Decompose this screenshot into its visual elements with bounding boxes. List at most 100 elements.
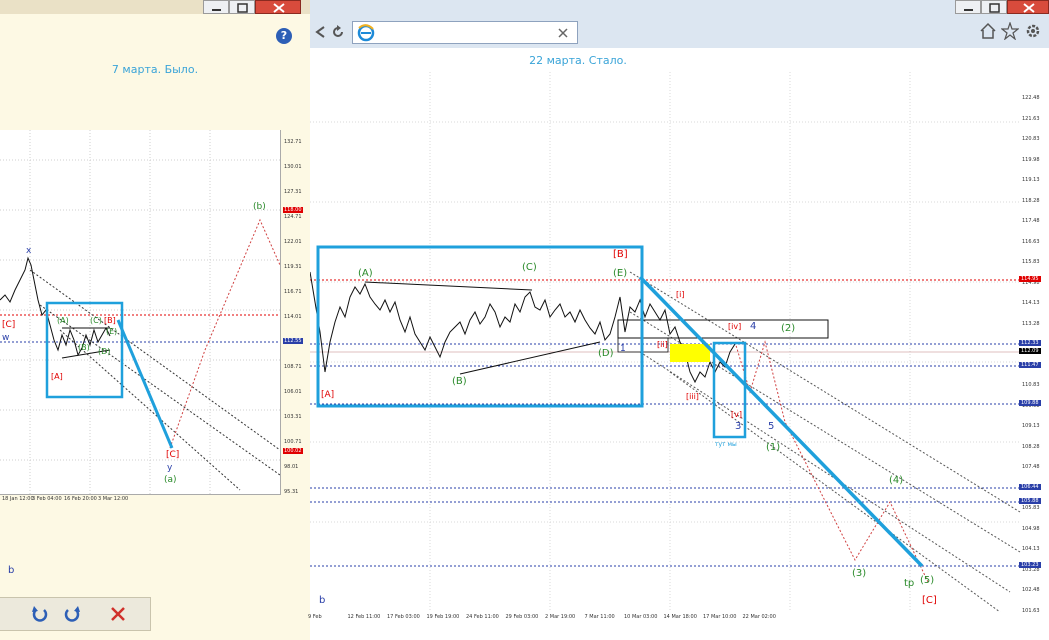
- date-tick: 12 Feb 11:00: [347, 614, 381, 620]
- right-chart-title: 22 марта. Стало.: [529, 54, 627, 67]
- close-icon[interactable]: [108, 604, 128, 624]
- price-tick: 122.48: [1022, 95, 1040, 101]
- date-tick: 24 Feb 11:00: [466, 614, 499, 620]
- right-chart-svg: [310, 72, 1021, 613]
- date-tick: 19 Feb 19:00: [426, 614, 460, 620]
- wave-label: (C): [90, 316, 102, 325]
- price-tick: 102.48: [1022, 587, 1040, 593]
- minimize-icon: [964, 9, 973, 11]
- price-tick: 110.83: [1022, 382, 1040, 388]
- wave-label: [C]: [2, 320, 16, 330]
- price-tick: 119.31: [284, 264, 302, 270]
- price-highlight: 112.33: [1019, 340, 1041, 346]
- price-highlight: 105.88: [1019, 498, 1041, 504]
- price-highlight: 111.47: [1019, 362, 1041, 368]
- wave-label: (1): [766, 442, 781, 453]
- wave-label: (E): [613, 268, 628, 279]
- close-tab-icon[interactable]: [556, 26, 570, 40]
- refresh-icon[interactable]: [330, 24, 346, 40]
- corner-label: b: [8, 565, 15, 576]
- wave-label: 1: [620, 344, 626, 354]
- left-close-button[interactable]: [255, 0, 301, 14]
- date-tick: 16 Feb 20:00: [64, 496, 97, 502]
- home-icon[interactable]: [979, 22, 997, 40]
- price-highlight: 114.95: [1019, 276, 1041, 282]
- price-tick: 119.13: [1022, 177, 1040, 183]
- left-price-line: [0, 256, 111, 357]
- price-tick: 98.01: [284, 464, 299, 470]
- date-tick: 17 Mar 10:00: [703, 614, 737, 620]
- price-tick: 118.28: [1022, 197, 1040, 204]
- left-chart-svg: [0, 130, 280, 494]
- price-tick: 121.63: [1022, 115, 1040, 122]
- wave-label: (5): [920, 575, 935, 586]
- maximize-button[interactable]: [229, 0, 255, 14]
- price-highlight: 103.23: [1019, 562, 1041, 568]
- price-highlight: 100.02: [283, 448, 303, 454]
- price-tick: 109.13: [1022, 423, 1040, 429]
- wave-label: [C]: [166, 450, 180, 460]
- rotate-left-icon[interactable]: [30, 604, 50, 624]
- address-bar[interactable]: [352, 21, 578, 44]
- restore-icon: [989, 3, 1000, 13]
- price-tick: 127.31: [284, 189, 302, 195]
- wave-label: tp: [904, 578, 915, 589]
- price-highlight: 112.09: [1019, 348, 1041, 354]
- star-icon[interactable]: [1001, 22, 1019, 40]
- wave-label: (D): [598, 348, 614, 359]
- right-date-axis: 9 Feb 12 Feb 11:00 17 Feb 03:00 19 Feb 19:0…: [308, 614, 1022, 624]
- left-chart-area: x [C] w (b) [A] (A) (B) (C) (D) (E) [B] …: [0, 130, 303, 502]
- help-icon[interactable]: ?: [276, 28, 292, 44]
- price-tick: 122.01: [284, 239, 302, 245]
- gear-icon[interactable]: [1024, 22, 1042, 40]
- date-tick: 9 Feb: [308, 614, 322, 620]
- internet-explorer-icon: [357, 24, 375, 42]
- minimize-button[interactable]: [203, 0, 229, 14]
- price-highlight: 112.55: [283, 338, 303, 344]
- right-minimize-button[interactable]: [955, 0, 981, 14]
- date-tick: 7 Mar 11:00: [584, 614, 615, 620]
- wave-label: [B]: [104, 316, 116, 325]
- price-tick: 95.31: [284, 489, 299, 495]
- wave-label: (B): [78, 343, 90, 352]
- price-highlight: 106.44: [1019, 484, 1041, 490]
- back-arrow-icon[interactable]: [312, 24, 328, 40]
- price-tick: 103.31: [284, 414, 302, 420]
- date-tick: 3 Mar 12:00: [98, 496, 129, 502]
- wave-label: 5: [768, 421, 775, 432]
- price-tick: 130.01: [284, 164, 302, 170]
- wave-label: x: [26, 246, 32, 256]
- price-tick: 107.48: [1022, 464, 1040, 470]
- wave-label: [ii]: [657, 340, 668, 349]
- wave-label: [A]: [51, 372, 63, 381]
- wave-label: (2): [781, 323, 796, 334]
- wave-label: [B]: [613, 249, 628, 260]
- close-x-icon: [1023, 3, 1035, 13]
- annotation-note: тут мы: [715, 441, 737, 448]
- wave-label: 3: [735, 421, 742, 432]
- right-maximize-button[interactable]: [981, 0, 1007, 14]
- date-tick: 18 Jan 12:00: [2, 496, 34, 502]
- rotate-right-icon[interactable]: [62, 604, 82, 624]
- date-tick: 29 Feb 03:00: [505, 614, 539, 620]
- wave-label: (a): [164, 475, 177, 485]
- price-tick: 108.71: [284, 364, 302, 370]
- wave-label: (D): [98, 347, 111, 356]
- price-tick: 120.83: [1022, 136, 1040, 142]
- price-highlight: 109.88: [1019, 400, 1041, 406]
- date-tick: 3 Feb 04:00: [32, 496, 62, 502]
- wave-label: [v]: [731, 410, 742, 419]
- price-tick: 101.63: [1022, 607, 1040, 614]
- wave-label: (B): [452, 376, 467, 387]
- wave-label: 4: [750, 321, 757, 332]
- price-tick: 114.01: [284, 314, 302, 320]
- left-window: ? 7 марта. Было. x [C] w (b) [A] (A) (B)…: [0, 0, 310, 640]
- price-tick: 113.28: [1022, 320, 1040, 327]
- wave-label: [iii]: [686, 392, 699, 401]
- price-tick: 104.13: [1022, 546, 1040, 552]
- wave-label: w: [2, 333, 10, 343]
- right-close-button[interactable]: [1007, 0, 1049, 14]
- close-x-icon: [273, 3, 285, 13]
- highlight-zone: [670, 344, 710, 362]
- date-tick: 22 Mar 02:00: [742, 614, 776, 620]
